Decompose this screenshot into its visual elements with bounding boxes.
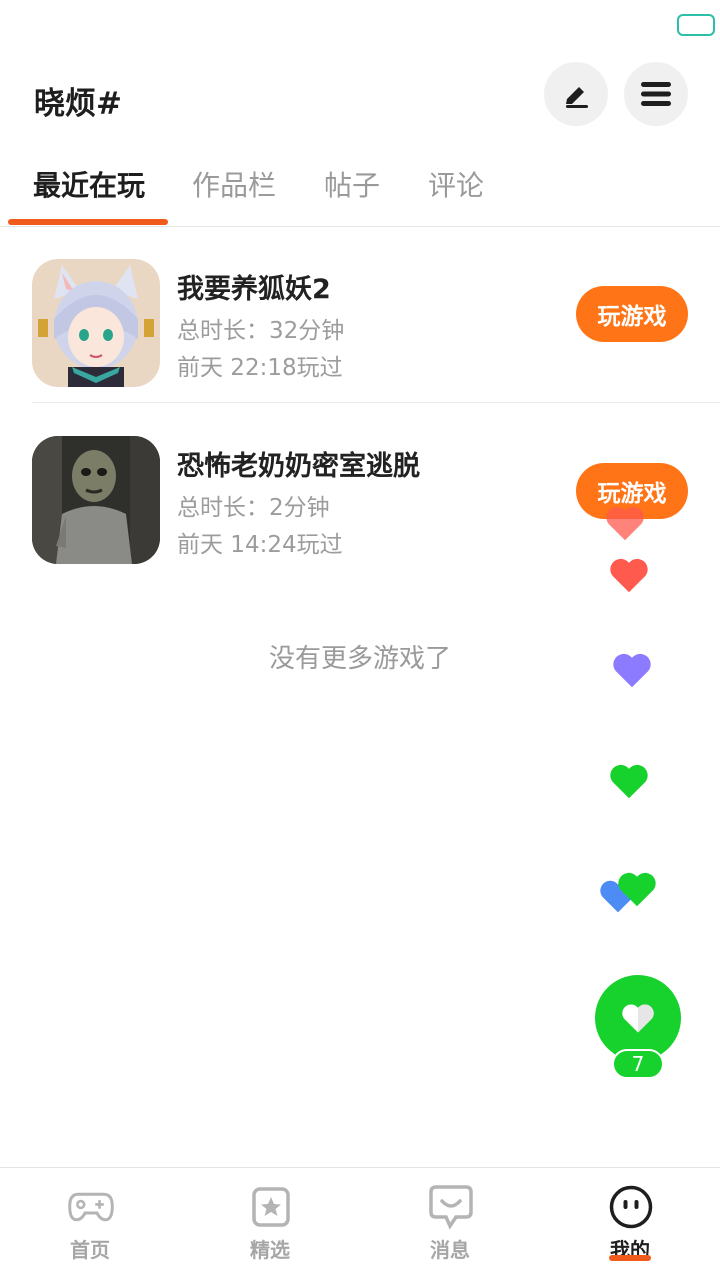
chat-smile-icon bbox=[428, 1184, 474, 1230]
active-tab-indicator bbox=[8, 219, 168, 225]
list-item[interactable]: 我要养狐妖2 总时长：32分钟 前天 22:18玩过 玩游戏 bbox=[0, 227, 720, 403]
active-nav-indicator bbox=[609, 1255, 651, 1261]
menu-button[interactable] bbox=[624, 62, 688, 126]
star-bookmark-icon bbox=[248, 1184, 294, 1230]
hamburger-menu-icon bbox=[641, 82, 671, 106]
nav-label: 消息 bbox=[430, 1238, 470, 1262]
game-icon-fox[interactable] bbox=[32, 259, 160, 387]
heart-icon bbox=[613, 653, 651, 688]
tab-posts[interactable]: 帖子 bbox=[324, 164, 380, 204]
last-played: 前天 14:24玩过 bbox=[177, 532, 343, 558]
game-icon-granny[interactable] bbox=[32, 436, 160, 564]
divider bbox=[32, 402, 720, 403]
last-played: 前天 22:18玩过 bbox=[177, 355, 343, 381]
nav-featured[interactable]: 精选 bbox=[180, 1168, 360, 1280]
gamepad-icon bbox=[68, 1184, 114, 1230]
nav-home[interactable]: 首页 bbox=[0, 1168, 180, 1280]
profile-header: 晓烦# bbox=[0, 60, 720, 130]
play-duration: 总时长：2分钟 bbox=[177, 495, 330, 521]
nav-label: 精选 bbox=[250, 1238, 290, 1262]
tab-recent[interactable]: 最近在玩 bbox=[33, 164, 145, 204]
play-game-button[interactable]: 玩游戏 bbox=[576, 286, 688, 342]
heart-icon bbox=[610, 558, 648, 593]
bottom-nav: 首页 精选 消息 我的 bbox=[0, 1167, 720, 1280]
profile-tabs: 最近在玩 作品栏 帖子 评论 bbox=[0, 150, 720, 227]
nav-me[interactable]: 我的 bbox=[540, 1168, 720, 1280]
heart-icon bbox=[622, 1004, 654, 1033]
pen-icon bbox=[566, 87, 588, 108]
nav-label: 首页 bbox=[70, 1238, 110, 1262]
tab-comments[interactable]: 评论 bbox=[428, 164, 484, 204]
list-item[interactable]: 恐怖老奶奶密室逃脱 总时长：2分钟 前天 14:24玩过 玩游戏 bbox=[0, 404, 720, 580]
heart-icon bbox=[618, 872, 656, 907]
game-name[interactable]: 我要养狐妖2 bbox=[177, 267, 331, 306]
username: 晓烦# bbox=[34, 86, 122, 122]
heart-icon bbox=[606, 506, 644, 541]
edit-button[interactable] bbox=[544, 62, 608, 126]
nav-messages[interactable]: 消息 bbox=[360, 1168, 540, 1280]
battery-indicator bbox=[677, 14, 715, 36]
heart-icon bbox=[610, 764, 648, 799]
like-count-badge: 7 bbox=[612, 1049, 664, 1079]
play-duration: 总时长：32分钟 bbox=[177, 318, 345, 344]
game-name[interactable]: 恐怖老奶奶密室逃脱 bbox=[177, 444, 420, 483]
tab-works[interactable]: 作品栏 bbox=[192, 164, 276, 204]
face-icon bbox=[608, 1184, 654, 1230]
